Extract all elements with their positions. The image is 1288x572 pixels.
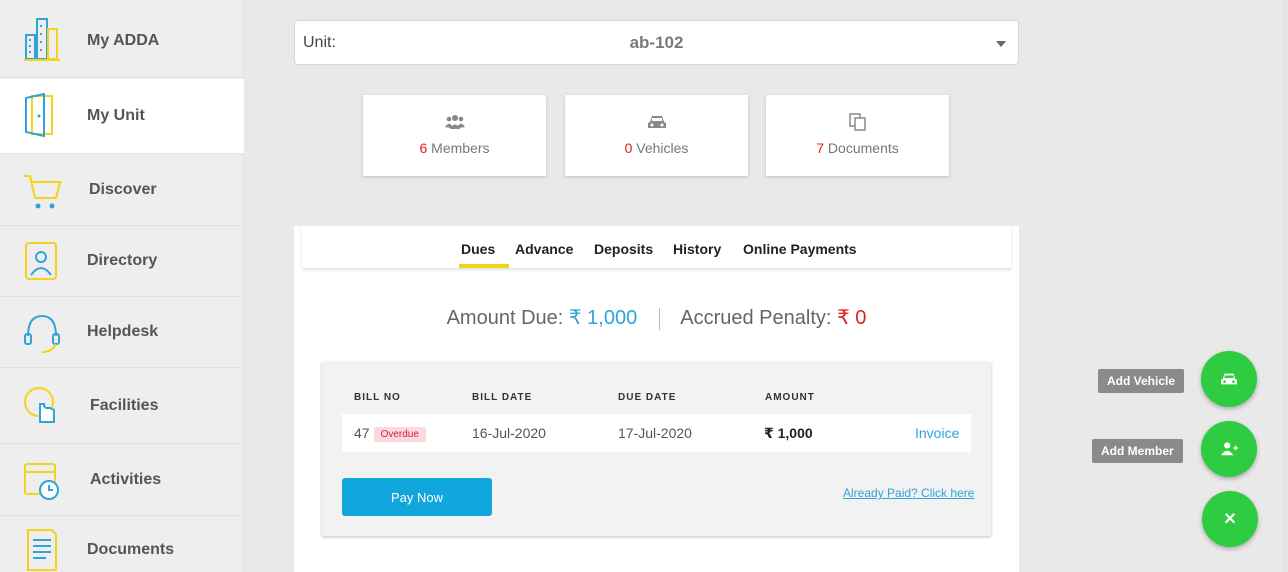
penalty-value: ₹ 0 — [837, 307, 867, 329]
cart-icon — [24, 175, 62, 209]
sidebar-item-activities[interactable]: Activities — [0, 444, 244, 516]
sidebar-item-label: My Unit — [87, 107, 145, 124]
vehicles-stat: 0 Vehicles — [565, 140, 748, 156]
pay-now-button[interactable]: Pay Now — [342, 478, 492, 516]
sidebar-item-label: Documents — [87, 541, 175, 558]
unit-select[interactable]: Unit: ab-102 — [294, 20, 1019, 65]
documents-label: Documents — [824, 140, 899, 156]
buildings-icon — [24, 17, 60, 61]
table-row: 47 Overdue 16-Jul-2020 17-Jul-2020 ₹ 1,00… — [342, 414, 971, 452]
sidebar-item-facilities[interactable]: Facilities — [0, 368, 244, 444]
members-card[interactable]: 6 Members — [363, 95, 546, 176]
sidebar-item-documents[interactable]: Documents — [0, 516, 244, 572]
close-fab-button[interactable]: × — [1202, 491, 1258, 547]
sidebar: My ADDA My Unit Discover Directory Helpd… — [0, 0, 244, 572]
sidebar-item-my-adda[interactable]: My ADDA — [0, 4, 244, 78]
headset-icon — [24, 314, 60, 353]
sidebar-item-label: Helpdesk — [87, 323, 159, 340]
unit-value: ab-102 — [629, 33, 684, 52]
tab-advance[interactable]: Advance — [515, 241, 573, 257]
tab-history[interactable]: History — [673, 241, 721, 257]
due-date: 17-Jul-2020 — [618, 425, 692, 441]
tab-deposits[interactable]: Deposits — [594, 241, 653, 257]
car-icon — [647, 116, 666, 128]
members-label: Members — [427, 140, 490, 156]
tab-bar: Dues Advance Deposits History Online Pay… — [302, 226, 1011, 268]
tab-dues[interactable]: Dues — [461, 241, 495, 257]
documents-stat: 7 Documents — [766, 140, 949, 156]
members-stat: 6 Members — [363, 140, 546, 156]
sidebar-item-label: Directory — [87, 252, 158, 269]
bill-no-cell: 47 Overdue — [354, 425, 426, 442]
overdue-badge: Overdue — [373, 427, 426, 442]
summary-divider — [658, 307, 660, 330]
sidebar-item-directory[interactable]: Directory — [0, 226, 244, 297]
sidebar-item-label: Discover — [89, 181, 157, 198]
contact-book-icon — [25, 242, 57, 280]
penalty-label: Accrued Penalty: — [680, 307, 837, 329]
sidebar-item-helpdesk[interactable]: Helpdesk — [0, 297, 244, 368]
copy-documents-icon — [848, 113, 866, 131]
active-tab-indicator — [459, 264, 509, 268]
car-icon — [1221, 373, 1237, 385]
already-paid-link[interactable]: Already Paid? Click here — [843, 486, 974, 500]
users-icon — [444, 115, 465, 129]
bills-table: BILL NO BILL DATE DUE DATE AMOUNT 47 Over… — [322, 362, 991, 536]
close-icon: × — [1224, 507, 1236, 530]
dues-summary: Amount Due: ₹ 1,000 Accrued Penalty: ₹ 0 — [294, 305, 1019, 330]
vehicles-label: Vehicles — [632, 140, 689, 156]
documents-count: 7 — [816, 140, 825, 156]
scrollbar[interactable] — [1282, 0, 1288, 572]
bill-amount: ₹ 1,000 — [764, 425, 813, 441]
user-plus-icon — [1221, 442, 1238, 456]
tap-hand-icon — [24, 386, 55, 423]
amount-due-value: ₹ 1,000 — [568, 307, 638, 329]
header-due-date: DUE DATE — [618, 392, 677, 403]
amount-due-label: Amount Due: — [446, 307, 569, 329]
bill-date: 16-Jul-2020 — [472, 425, 546, 441]
sidebar-item-discover[interactable]: Discover — [0, 155, 244, 226]
add-member-button[interactable] — [1201, 421, 1257, 477]
bill-no: 47 — [354, 425, 370, 441]
sidebar-item-my-unit[interactable]: My Unit — [0, 79, 244, 154]
vehicles-card[interactable]: 0 Vehicles — [565, 95, 748, 176]
documents-card[interactable]: 7 Documents — [766, 95, 949, 176]
document-icon — [27, 529, 57, 571]
add-vehicle-button[interactable] — [1201, 351, 1257, 407]
add-vehicle-label[interactable]: Add Vehicle — [1098, 369, 1185, 393]
header-bill-no: BILL NO — [354, 392, 401, 403]
header-amount: AMOUNT — [765, 392, 815, 403]
door-icon — [25, 92, 53, 138]
add-member-label[interactable]: Add Member — [1092, 439, 1183, 463]
caret-down-icon — [996, 41, 1006, 47]
invoice-link[interactable]: Invoice — [915, 425, 959, 441]
tab-online-payments[interactable]: Online Payments — [743, 241, 857, 257]
sidebar-item-label: Activities — [90, 470, 162, 488]
dues-panel: Dues Advance Deposits History Online Pay… — [294, 226, 1019, 572]
sidebar-item-label: My ADDA — [87, 31, 160, 49]
calendar-clock-icon — [24, 462, 59, 500]
sidebar-item-label: Facilities — [90, 396, 159, 414]
header-bill-date: BILL DATE — [472, 392, 533, 403]
